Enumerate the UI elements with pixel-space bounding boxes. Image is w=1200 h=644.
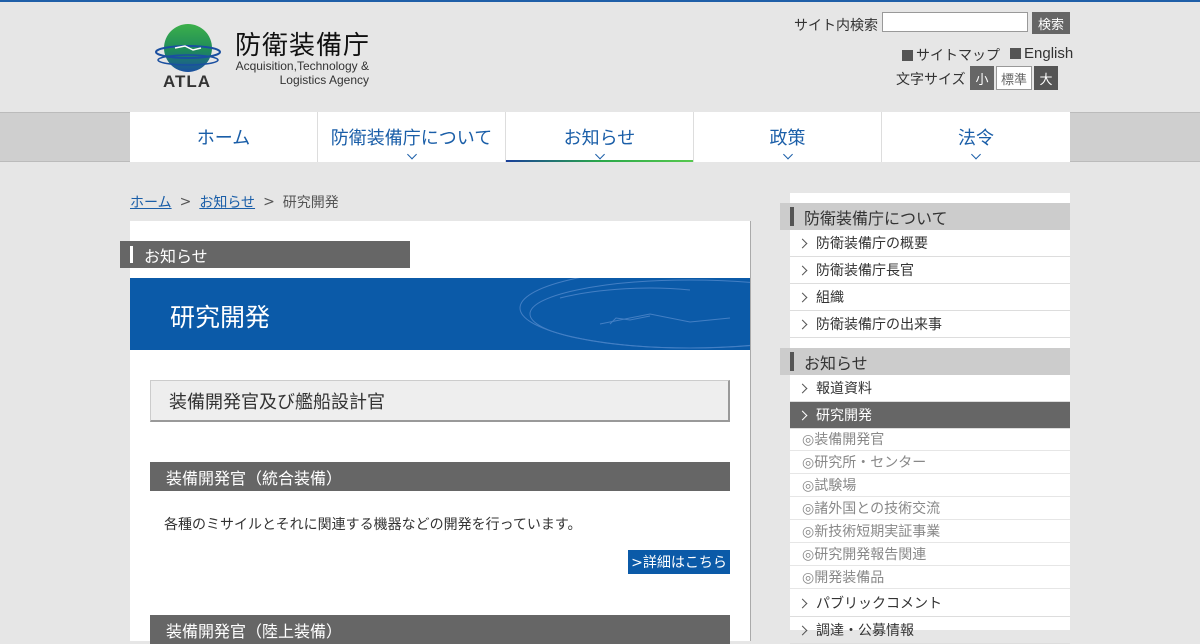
nav-item-label: 政策 xyxy=(769,128,806,149)
font-size-label: 文字サイズ xyxy=(896,72,966,88)
sidebar-item-rnd[interactable]: 研究開発 xyxy=(790,402,1070,429)
chevron-right-icon xyxy=(797,265,808,276)
sidebar-item-organization[interactable]: 組織 xyxy=(790,284,1070,311)
chevron-right-icon xyxy=(797,598,808,609)
nav-item-label: 法令 xyxy=(958,128,994,149)
sidebar-item-label: 報道資料 xyxy=(816,381,872,397)
english-label: English xyxy=(1024,45,1074,62)
chevron-down-icon xyxy=(594,149,605,160)
chevron-right-icon xyxy=(797,383,808,394)
chevron-right-icon xyxy=(797,410,808,421)
font-size-large-button[interactable]: 大 xyxy=(1034,66,1058,90)
breadcrumb-separator: > xyxy=(179,194,192,210)
page-title: 研究開発 xyxy=(170,303,271,332)
sidebar-item-procurement[interactable]: 調達・公募情報 xyxy=(790,617,1070,644)
sidebar-subitem[interactable]: ◎諸外国との技術交流 xyxy=(790,497,1070,520)
nav-item-policy[interactable]: 政策 xyxy=(694,112,882,162)
top-accent-line xyxy=(0,0,1200,2)
sidebar-subitem[interactable]: ◎新技術短期実証事業 xyxy=(790,520,1070,543)
sidebar-subitem[interactable]: ◎装備開発官 xyxy=(790,428,1070,451)
english-link[interactable]: English xyxy=(1010,45,1073,62)
search-button[interactable]: 検索 xyxy=(1032,12,1070,34)
site-logo[interactable]: ATLA 防衛装備庁 Acquisition,Technology & Logi… xyxy=(155,22,375,92)
nav-item-about[interactable]: 防衛装備庁について xyxy=(318,112,506,162)
font-size-standard-button[interactable]: 標準 xyxy=(996,66,1032,90)
sidebar-item-label: 研究開発 xyxy=(816,408,872,424)
section-heading-integrated: 装備開発官（統合装備） xyxy=(150,462,730,491)
sidebar-item-label: 防衛装備庁の概要 xyxy=(816,236,928,252)
font-size-small-button[interactable]: 小 xyxy=(970,66,994,90)
sidebar-subitem[interactable]: ◎研究開発報告関連 xyxy=(790,543,1070,566)
breadcrumb: ホーム > お知らせ > 研究開発 xyxy=(130,192,339,212)
chevron-down-icon xyxy=(406,149,417,160)
sidebar-item-overview[interactable]: 防衛装備庁の概要 xyxy=(790,230,1070,257)
sidebar-group-news[interactable]: お知らせ xyxy=(780,348,1070,375)
chevron-right-icon xyxy=(797,238,808,249)
logo-english-name-line2: Logistics Agency xyxy=(279,73,369,87)
sidebar-group-about[interactable]: 防衛装備庁について xyxy=(780,203,1070,230)
chevron-down-icon xyxy=(971,149,981,160)
sidebar-item-press[interactable]: 報道資料 xyxy=(790,375,1070,402)
breadcrumb-news-link[interactable]: お知らせ xyxy=(199,192,255,212)
site-search-label: サイト内検索 xyxy=(794,18,878,34)
chevron-right-icon xyxy=(797,319,808,330)
sidebar-subitem[interactable]: ◎試験場 xyxy=(790,474,1070,497)
nav-item-label: ホーム xyxy=(196,128,251,149)
nav-item-news[interactable]: お知らせ xyxy=(506,112,694,162)
chevron-right-icon xyxy=(797,625,808,636)
sidebar-item-label: パブリックコメント xyxy=(816,596,942,612)
sidebar-item-label: 組織 xyxy=(816,290,844,306)
breadcrumb-separator: > xyxy=(263,194,275,210)
breadcrumb-current: 研究開発 xyxy=(282,195,339,211)
page-hero-banner: 研究開発 xyxy=(130,278,750,350)
sidebar-item-label: 防衛装備庁長官 xyxy=(816,263,914,279)
square-bullet-icon xyxy=(1010,48,1021,59)
sidebar-item-events[interactable]: 防衛装備庁の出来事 xyxy=(790,311,1070,338)
sidebar-item-commissioner[interactable]: 防衛装備庁長官 xyxy=(790,257,1070,284)
chevron-right-icon xyxy=(797,292,808,303)
nav-item-home[interactable]: ホーム xyxy=(130,112,318,162)
sidebar-item-label: 調達・公募情報 xyxy=(816,623,914,639)
sidebar-item-public-comment[interactable]: パブリックコメント xyxy=(790,590,1070,617)
sidebar-subitem[interactable]: ◎開発装備品 xyxy=(790,566,1070,589)
section-description: 各種のミサイルとそれに関連する機器などの開発を行っています。 xyxy=(164,517,582,533)
sidebar-item-label: 防衛装備庁の出来事 xyxy=(816,317,942,333)
content-heading: 装備開発官及び艦船設計官 xyxy=(150,380,730,422)
logo-agency-name: 防衛装備庁 xyxy=(235,31,371,61)
global-nav: ホーム 防衛装備庁について お知らせ 政策 法令 xyxy=(130,112,1070,162)
sitemap-link[interactable]: サイトマップ xyxy=(902,45,1000,65)
logo-abbreviation: ATLA xyxy=(163,72,212,91)
section-tag: お知らせ xyxy=(120,241,410,268)
nav-item-label: お知らせ xyxy=(563,128,636,149)
atla-globe-logo-icon xyxy=(155,24,221,72)
breadcrumb-home-link[interactable]: ホーム xyxy=(130,192,172,212)
logo-english-name-line1: Acquisition,Technology & xyxy=(235,59,369,73)
site-search-input[interactable] xyxy=(882,12,1028,32)
chevron-down-icon xyxy=(782,149,793,160)
sitemap-label: サイトマップ xyxy=(916,48,1000,64)
sidebar-subitem[interactable]: ◎研究所・センター xyxy=(790,451,1070,474)
details-button[interactable]: >詳細はこちら xyxy=(628,550,730,574)
nav-item-label: 防衛装備庁について xyxy=(330,128,493,149)
square-bullet-icon xyxy=(902,49,913,61)
nav-item-laws[interactable]: 法令 xyxy=(882,112,1070,162)
